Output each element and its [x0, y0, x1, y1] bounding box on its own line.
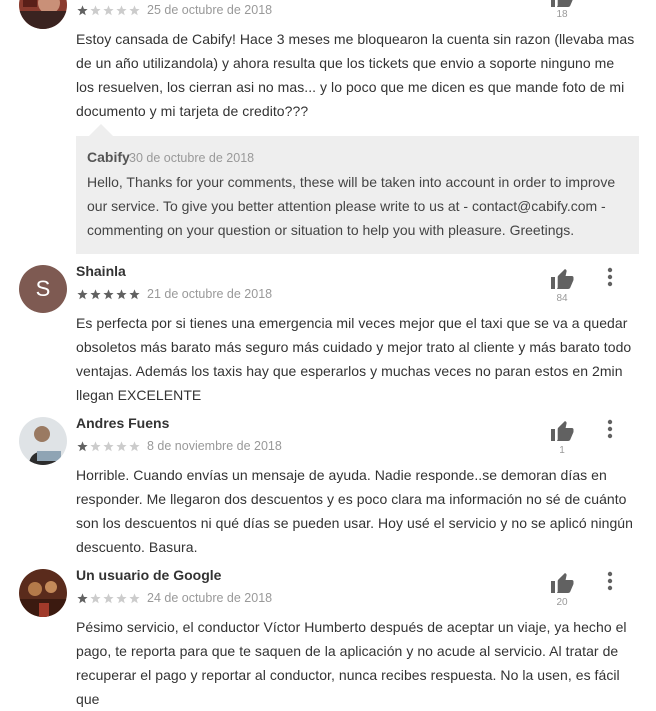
star-empty-icon [116, 5, 127, 16]
review-card: Un usuario de Google 24 de octubre de 20… [0, 566, 656, 707]
review-author[interactable]: Andres Fuens [76, 415, 169, 431]
reply-pointer [89, 124, 113, 136]
review-date: 8 de noviembre de 2018 [147, 439, 282, 453]
review-text: Horrible. Cuando envías un mensaje de ay… [76, 467, 633, 555]
review-card: Andres Fuens 8 de noviembre de 2018 1 Ho… [0, 414, 656, 566]
likes-count: 20 [556, 597, 568, 608]
avatar[interactable] [19, 569, 67, 617]
thumbs-up-icon[interactable] [550, 420, 574, 442]
more-options-icon[interactable] [600, 418, 620, 442]
more-options-icon[interactable] [600, 266, 620, 290]
thumbs-up-icon[interactable] [550, 268, 574, 290]
star-empty-icon [116, 441, 127, 452]
more-options-icon[interactable] [600, 570, 620, 594]
star-empty-icon [116, 593, 127, 604]
review-date: 25 de octubre de 2018 [147, 3, 273, 17]
star-empty-icon [129, 5, 140, 16]
thumbs-up-icon[interactable] [550, 0, 574, 8]
reply-date: 30 de octubre de 2018 [129, 151, 255, 165]
avatar[interactable] [19, 0, 67, 29]
star-empty-icon [103, 593, 114, 604]
star-filled-icon [77, 593, 88, 604]
star-empty-icon [90, 441, 101, 452]
likes-count: 84 [556, 293, 568, 304]
star-empty-icon [103, 5, 114, 16]
star-empty-icon [129, 593, 140, 604]
reply-author: Cabify [87, 149, 130, 165]
review-author[interactable]: Shainla [76, 263, 126, 279]
review-card: 25 de octubre de 2018 18 Estoy cansada d… [0, 0, 656, 262]
star-filled-icon [129, 289, 140, 300]
review-author[interactable]: Un usuario de Google [76, 567, 221, 583]
star-filled-icon [77, 5, 88, 16]
review-date: 24 de octubre de 2018 [147, 591, 273, 605]
thumbs-up-icon[interactable] [550, 572, 574, 594]
review-text: Estoy cansada de Cabify! Hace 3 meses me… [76, 31, 635, 119]
star-filled-icon [90, 289, 101, 300]
star-rating [77, 593, 140, 605]
star-filled-icon [77, 289, 88, 300]
likes-count: 1 [559, 445, 565, 456]
reply-text: Hello, Thanks for your comments, these w… [87, 174, 616, 238]
star-rating [77, 441, 140, 453]
likes-count: 18 [556, 9, 568, 20]
review-text: Pésimo servicio, el conductor Víctor Hum… [76, 619, 627, 707]
star-filled-icon [116, 289, 127, 300]
review-card: S Shainla 21 de octubre de 2018 84 Es pe… [0, 262, 656, 412]
avatar[interactable] [19, 417, 67, 465]
star-empty-icon [103, 441, 114, 452]
avatar[interactable]: S [19, 265, 67, 313]
star-filled-icon [103, 289, 114, 300]
star-rating [77, 5, 140, 17]
review-text: Es perfecta por si tienes una emergencia… [76, 315, 632, 403]
developer-reply: Cabify 30 de octubre de 2018 Hello, Than… [76, 136, 639, 254]
star-empty-icon [129, 441, 140, 452]
star-empty-icon [90, 593, 101, 604]
star-empty-icon [90, 5, 101, 16]
star-rating [77, 289, 140, 301]
star-filled-icon [77, 441, 88, 452]
review-date: 21 de octubre de 2018 [147, 287, 273, 301]
